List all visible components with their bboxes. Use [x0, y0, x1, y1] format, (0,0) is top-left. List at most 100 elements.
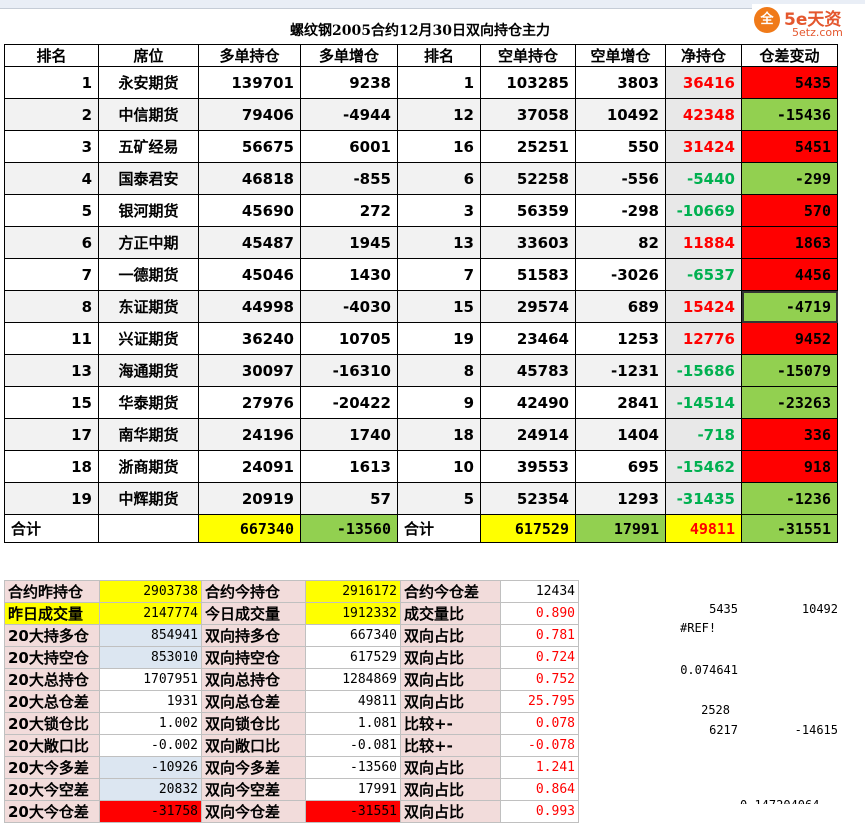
stats-value-c[interactable]: 0.890 — [500, 602, 579, 625]
rank-cell[interactable]: 6 — [4, 226, 99, 259]
seat-cell[interactable]: 五矿经易 — [98, 130, 199, 163]
total-diff[interactable]: -31551 — [741, 514, 838, 543]
rank-cell[interactable]: 11 — [4, 322, 99, 355]
long-change-cell[interactable]: 1945 — [300, 226, 398, 259]
stats-value-b[interactable]: 667340 — [305, 624, 401, 647]
stats-value-a[interactable]: -10926 — [99, 756, 202, 779]
long-change-cell[interactable]: 57 — [300, 482, 398, 515]
rank-cell[interactable]: 18 — [4, 450, 99, 483]
net-cell[interactable]: 11884 — [665, 226, 742, 259]
long-change-cell[interactable]: 1740 — [300, 418, 398, 451]
short-change-cell[interactable]: -1231 — [575, 354, 666, 387]
diff-cell[interactable]: 336 — [741, 418, 838, 451]
total-net[interactable]: 49811 — [665, 514, 742, 543]
seat-cell[interactable]: 海通期货 — [98, 354, 199, 387]
stats-label-b[interactable]: 合约今持仓 — [201, 580, 306, 603]
stats-label-c[interactable]: 双向占比 — [400, 690, 501, 713]
short-cell[interactable]: 33603 — [480, 226, 576, 259]
short-rank-cell[interactable]: 3 — [397, 194, 481, 227]
rank-cell[interactable]: 4 — [4, 162, 99, 195]
short-rank-cell[interactable]: 19 — [397, 322, 481, 355]
rank-cell[interactable]: 3 — [4, 130, 99, 163]
short-cell[interactable]: 52354 — [480, 482, 576, 515]
short-change-cell[interactable]: 3803 — [575, 66, 666, 99]
short-change-cell[interactable]: -298 — [575, 194, 666, 227]
long-cell[interactable]: 24091 — [198, 450, 301, 483]
stats-label-c[interactable]: 双向占比 — [400, 646, 501, 669]
short-change-cell[interactable]: 695 — [575, 450, 666, 483]
short-cell[interactable]: 39553 — [480, 450, 576, 483]
seat-cell[interactable]: 兴证期货 — [98, 322, 199, 355]
short-change-cell[interactable]: -3026 — [575, 258, 666, 291]
diff-cell[interactable]: 4456 — [741, 258, 838, 291]
long-cell[interactable]: 45487 — [198, 226, 301, 259]
short-change-cell[interactable]: 689 — [575, 290, 666, 323]
short-cell[interactable]: 52258 — [480, 162, 576, 195]
total-blank[interactable] — [98, 514, 199, 543]
net-cell[interactable]: -14514 — [665, 386, 742, 419]
short-change-cell[interactable]: 1293 — [575, 482, 666, 515]
stats-label-b[interactable]: 双向总持仓 — [201, 668, 306, 691]
stats-label-b[interactable]: 双向今多差 — [201, 756, 306, 779]
stats-value-a[interactable]: 853010 — [99, 646, 202, 669]
long-cell[interactable]: 20919 — [198, 482, 301, 515]
long-change-cell[interactable]: 1613 — [300, 450, 398, 483]
stats-value-b[interactable]: 17991 — [305, 778, 401, 801]
rank-cell[interactable]: 1 — [4, 66, 99, 99]
stats-label-a[interactable]: 20大敞口比 — [4, 734, 100, 757]
short-cell[interactable]: 24914 — [480, 418, 576, 451]
diff-cell[interactable]: 918 — [741, 450, 838, 483]
net-cell[interactable]: 15424 — [665, 290, 742, 323]
seat-cell[interactable]: 浙商期货 — [98, 450, 199, 483]
long-change-cell[interactable]: 9238 — [300, 66, 398, 99]
rank-cell[interactable]: 17 — [4, 418, 99, 451]
diff-cell[interactable]: -15436 — [741, 98, 838, 131]
diff-cell[interactable]: -1236 — [741, 482, 838, 515]
long-cell[interactable]: 56675 — [198, 130, 301, 163]
short-change-cell[interactable]: 2841 — [575, 386, 666, 419]
total-label[interactable]: 合计 — [4, 514, 99, 543]
stats-value-c[interactable]: 25.795 — [500, 690, 579, 713]
stats-label-b[interactable]: 双向今空差 — [201, 778, 306, 801]
net-cell[interactable]: 36416 — [665, 66, 742, 99]
seat-cell[interactable]: 银河期货 — [98, 194, 199, 227]
stats-value-a[interactable]: 854941 — [99, 624, 202, 647]
header-short[interactable]: 空单持仓 — [480, 44, 576, 67]
long-change-cell[interactable]: -16310 — [300, 354, 398, 387]
seat-cell[interactable]: 方正中期 — [98, 226, 199, 259]
stats-value-b[interactable]: 1912332 — [305, 602, 401, 625]
short-cell[interactable]: 45783 — [480, 354, 576, 387]
stats-value-b[interactable]: 2916172 — [305, 580, 401, 603]
header-long[interactable]: 多单持仓 — [198, 44, 301, 67]
stats-label-b[interactable]: 双向持空仓 — [201, 646, 306, 669]
stats-label-c[interactable]: 合约今仓差 — [400, 580, 501, 603]
header-seat[interactable]: 席位 — [98, 44, 199, 67]
long-change-cell[interactable]: 272 — [300, 194, 398, 227]
diff-cell[interactable]: -23263 — [741, 386, 838, 419]
stats-value-c[interactable]: -0.078 — [500, 734, 579, 757]
diff-cell[interactable]: -15079 — [741, 354, 838, 387]
rank-cell[interactable]: 15 — [4, 386, 99, 419]
diff-cell[interactable]: -299 — [741, 162, 838, 195]
header-rank[interactable]: 排名 — [4, 44, 99, 67]
net-cell[interactable]: -31435 — [665, 482, 742, 515]
long-cell[interactable]: 36240 — [198, 322, 301, 355]
long-cell[interactable]: 27976 — [198, 386, 301, 419]
seat-cell[interactable]: 国泰君安 — [98, 162, 199, 195]
rank-cell[interactable]: 7 — [4, 258, 99, 291]
short-rank-cell[interactable]: 12 — [397, 98, 481, 131]
short-rank-cell[interactable]: 13 — [397, 226, 481, 259]
stats-label-c[interactable]: 双向占比 — [400, 756, 501, 779]
net-cell[interactable]: 12776 — [665, 322, 742, 355]
seat-cell[interactable]: 华泰期货 — [98, 386, 199, 419]
stats-value-a[interactable]: -0.002 — [99, 734, 202, 757]
net-cell[interactable]: -15686 — [665, 354, 742, 387]
stats-value-c[interactable]: 0.752 — [500, 668, 579, 691]
long-cell[interactable]: 30097 — [198, 354, 301, 387]
diff-cell[interactable]: -4719 — [741, 290, 838, 323]
rank-cell[interactable]: 2 — [4, 98, 99, 131]
stats-value-b[interactable]: -13560 — [305, 756, 401, 779]
net-cell[interactable]: -6537 — [665, 258, 742, 291]
seat-cell[interactable]: 一德期货 — [98, 258, 199, 291]
short-rank-cell[interactable]: 18 — [397, 418, 481, 451]
